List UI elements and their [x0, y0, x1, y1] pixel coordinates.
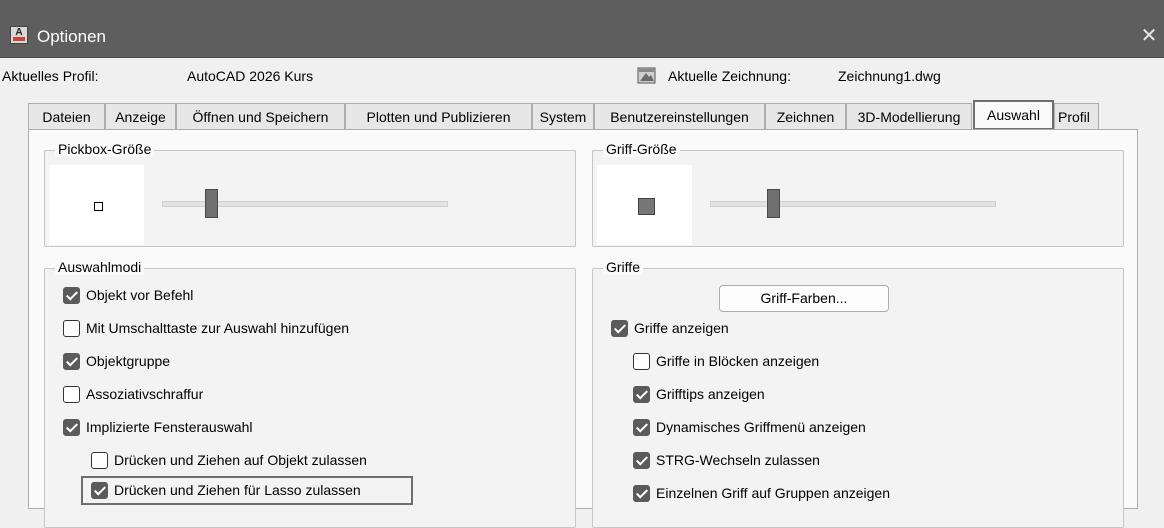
- grip-size-group: Griff-Größe: [592, 141, 1124, 247]
- tab-zeichnen[interactable]: Zeichnen: [765, 103, 846, 130]
- current-drawing-value: Zeichnung1.dwg: [838, 68, 941, 84]
- grip-size-title: Griff-Größe: [603, 141, 680, 157]
- title-bar: A Optionen ✕: [0, 0, 1164, 58]
- checkbox-icon[interactable]: [633, 352, 650, 370]
- cb-grifftips[interactable]: Grifftips anzeigen: [633, 382, 765, 406]
- autocad-app-icon: A: [10, 26, 28, 44]
- checkbox-icon[interactable]: [63, 286, 80, 304]
- close-icon[interactable]: ✕: [1138, 25, 1160, 47]
- tab-system[interactable]: System: [532, 103, 594, 130]
- pickbox-size-group: Pickbox-Größe: [44, 141, 576, 247]
- checkbox-icon[interactable]: [633, 418, 650, 436]
- current-profile-value: AutoCAD 2026 Kurs: [187, 68, 314, 84]
- cb-druecken-ziehen-objekt[interactable]: Drücken und Ziehen auf Objekt zulassen: [91, 448, 367, 472]
- checkbox-icon[interactable]: [63, 385, 80, 403]
- checkbox-icon[interactable]: [63, 418, 80, 436]
- selection-modes-group: Auswahlmodi Objekt vor Befehl Mit Umscha…: [44, 259, 576, 528]
- drawing-icon: [636, 65, 658, 87]
- tab-anzeige[interactable]: Anzeige: [105, 103, 176, 130]
- pickbox-slider-thumb[interactable]: [205, 189, 218, 218]
- cb-objekt-vor-befehl[interactable]: Objekt vor Befehl: [63, 283, 193, 307]
- cb-umschalttaste[interactable]: Mit Umschalttaste zur Auswahl hinzufügen: [63, 316, 349, 340]
- cb-dynamisches-griffmenue[interactable]: Dynamisches Griffmenü anzeigen: [633, 415, 866, 439]
- tab-auswahl[interactable]: Auswahl: [973, 100, 1054, 130]
- grip-colors-button[interactable]: Griff-Farben...: [719, 285, 889, 312]
- checkbox-icon[interactable]: [611, 319, 628, 337]
- checkbox-icon[interactable]: [633, 385, 650, 403]
- grip-preview: [597, 165, 692, 245]
- cb-assoziativschraffur[interactable]: Assoziativschraffur: [63, 382, 203, 406]
- auswahl-tab-panel: Pickbox-Größe Griff-Größe Auswahlmodi Ob…: [28, 129, 1138, 528]
- current-drawing-label: Aktuelle Zeichnung:: [668, 68, 791, 84]
- cb-griffe-in-bloecken[interactable]: Griffe in Blöcken anzeigen: [633, 349, 819, 373]
- cb-einzelner-griff-gruppen[interactable]: Einzelnen Griff auf Gruppen anzeigen: [633, 481, 890, 505]
- current-profile-label: Aktuelles Profil:: [2, 68, 99, 84]
- checkbox-icon[interactable]: [633, 451, 650, 469]
- grip-slider-thumb[interactable]: [767, 189, 780, 218]
- cb-druecken-ziehen-lasso[interactable]: Drücken und Ziehen für Lasso zulassen: [91, 478, 361, 502]
- cb-strg-wechseln[interactable]: STRG-Wechseln zulassen: [633, 448, 820, 472]
- grip-square-icon: [638, 198, 655, 215]
- selection-modes-title: Auswahlmodi: [55, 259, 145, 275]
- tab-3d-modellierung[interactable]: 3D-Modellierung: [846, 103, 972, 130]
- tab-oeffnen-speichern[interactable]: Öffnen und Speichern: [176, 103, 345, 130]
- tab-profil[interactable]: Profil: [1054, 103, 1099, 130]
- tab-strip: Dateien Anzeige Öffnen und Speichern Plo…: [28, 100, 1136, 130]
- checkbox-icon[interactable]: [63, 319, 80, 337]
- cb-implizierte-fensterauswahl[interactable]: Implizierte Fensterauswahl: [63, 415, 253, 439]
- checkbox-icon[interactable]: [91, 451, 108, 469]
- checkbox-icon[interactable]: [91, 481, 108, 499]
- grip-slider-track[interactable]: [710, 201, 996, 207]
- grips-group: Griffe Griff-Farben... Griffe anzeigen G…: [592, 259, 1124, 528]
- pickbox-square-icon: [94, 202, 103, 211]
- cb-objektgruppe[interactable]: Objektgruppe: [63, 349, 170, 373]
- tab-dateien[interactable]: Dateien: [28, 103, 105, 130]
- window-title: Optionen: [37, 27, 106, 46]
- pickbox-size-title: Pickbox-Größe: [55, 141, 155, 157]
- pickbox-preview: [49, 165, 144, 245]
- tab-benutzereinstellungen[interactable]: Benutzereinstellungen: [594, 103, 765, 130]
- cb-griffe-anzeigen[interactable]: Griffe anzeigen: [611, 316, 729, 340]
- tab-plotten-publizieren[interactable]: Plotten und Publizieren: [345, 103, 532, 130]
- grips-title: Griffe: [603, 259, 643, 275]
- profile-row: Aktuelles Profil: AutoCAD 2026 Kurs Aktu…: [0, 65, 1164, 91]
- checkbox-icon[interactable]: [63, 352, 80, 370]
- checkbox-icon[interactable]: [633, 484, 650, 502]
